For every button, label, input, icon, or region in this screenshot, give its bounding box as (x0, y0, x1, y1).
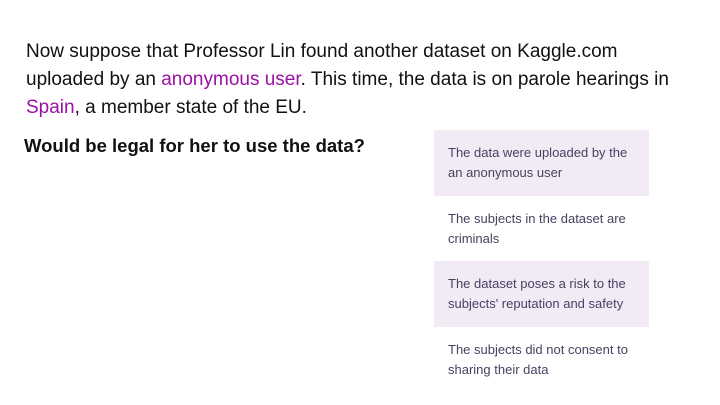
option-text: The subjects in the dataset are criminal… (448, 210, 626, 246)
intro-text-3: , a member state of the EU. (74, 97, 307, 118)
option-text: The dataset poses a risk to the subjects… (448, 276, 626, 311)
option-card-no-consent[interactable]: The subjects did not consent to sharing … (434, 327, 649, 393)
option-text: The data were uploaded by the an anonymo… (448, 145, 628, 180)
question-heading: Would be legal for her to use the data? (24, 135, 365, 156)
option-card-risk-to-subjects[interactable]: The dataset poses a risk to the subjects… (434, 261, 649, 327)
intro-highlight-anonymous-user: anonymous user (161, 69, 301, 90)
answer-options: The data were uploaded by the an anonymo… (434, 130, 649, 392)
intro-paragraph: Now suppose that Professor Lin found ano… (26, 38, 686, 122)
intro-text-2: . This time, the data is on parole heari… (300, 69, 669, 90)
option-text: The subjects did not consent to sharing … (448, 341, 628, 377)
option-card-criminal-subjects[interactable]: The subjects in the dataset are criminal… (434, 196, 649, 262)
option-card-anonymous-upload[interactable]: The data were uploaded by the an anonymo… (434, 130, 649, 196)
intro-highlight-spain: Spain (26, 97, 75, 118)
